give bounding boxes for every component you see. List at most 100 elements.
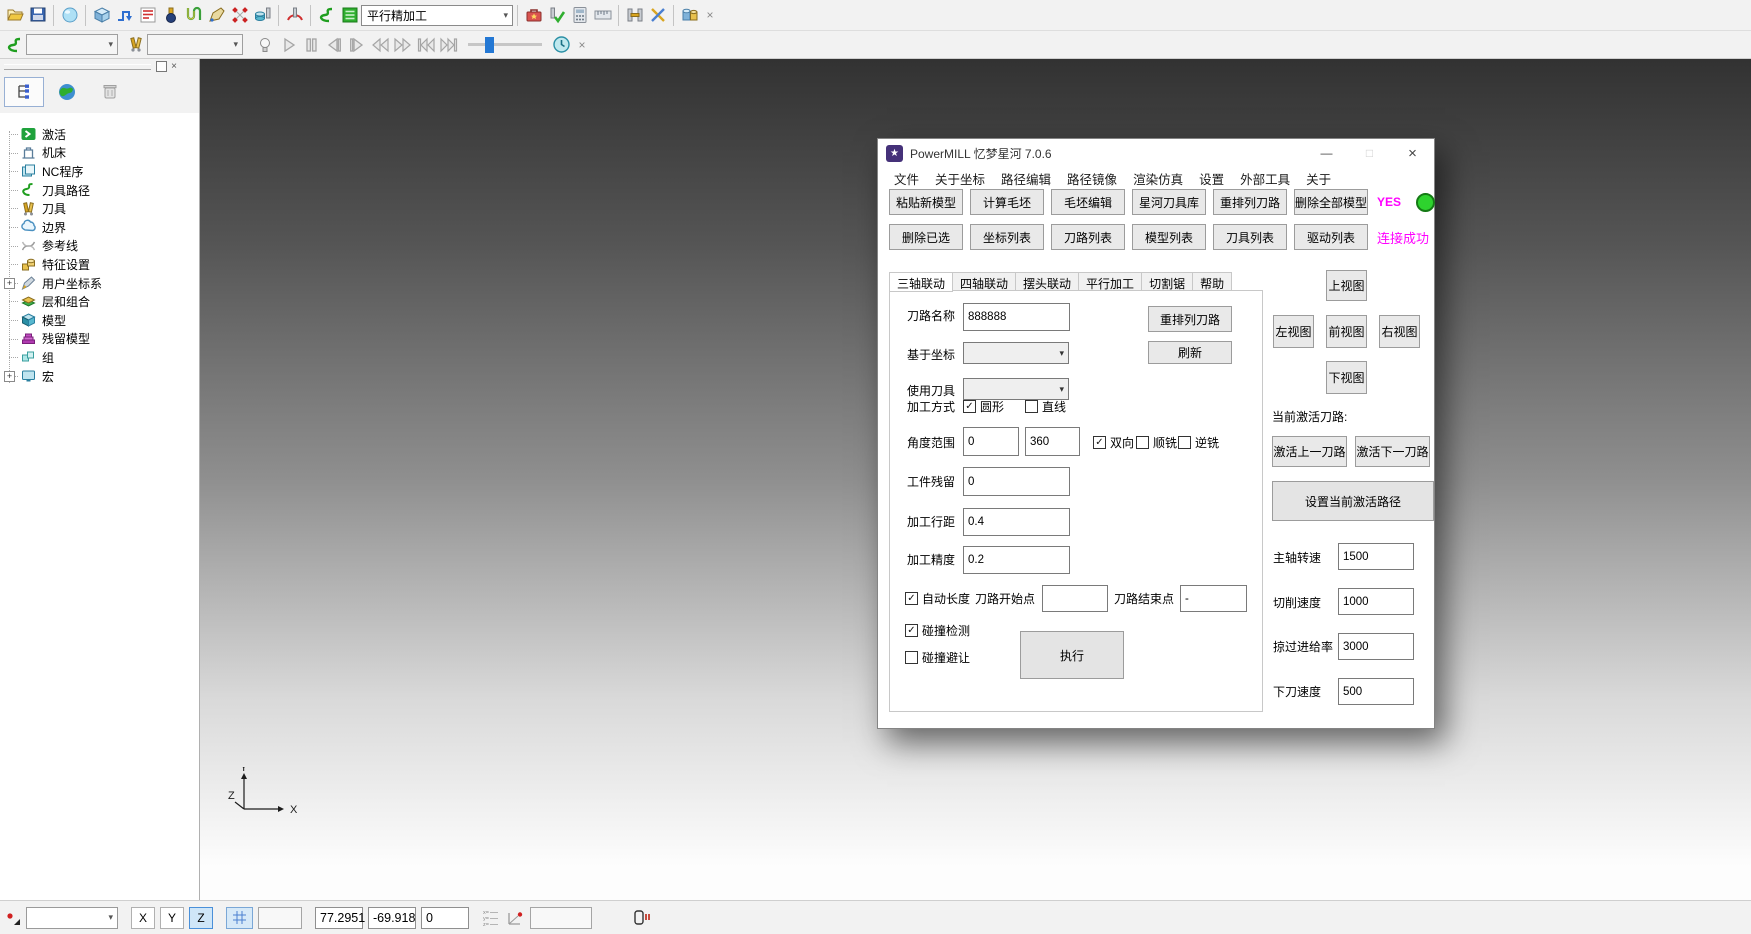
axis-x-button[interactable]: X (131, 907, 155, 929)
stepover-input[interactable]: 0.4 (963, 508, 1070, 536)
tree-item-models[interactable]: 模型 (0, 311, 199, 330)
cutting-speed-input[interactable]: 1000 (1338, 588, 1414, 615)
toolpath-s-icon[interactable] (3, 32, 26, 57)
tree-item-levels[interactable]: 层和组合 (0, 292, 199, 311)
pause-icon[interactable] (299, 32, 322, 57)
start-point-input[interactable] (1042, 585, 1108, 612)
tab-3axis[interactable]: 三轴联动 (889, 272, 953, 292)
toolpath-arrow-icon[interactable] (113, 3, 136, 28)
tree-item-activate[interactable]: 激活 (0, 125, 199, 144)
strategy-list-icon[interactable] (338, 3, 361, 28)
explorer-trash-tab[interactable] (90, 77, 130, 107)
toolpath-name-input[interactable]: 888888 (963, 303, 1070, 331)
tree-item-macros[interactable]: +宏 (0, 367, 199, 386)
tree-item-machine[interactable]: 机床 (0, 144, 199, 163)
tree-item-stock-models[interactable]: 残留模型 (0, 330, 199, 349)
menu-about[interactable]: 关于 (1298, 169, 1339, 188)
tree-item-tools[interactable]: 刀具 (0, 199, 199, 218)
workplane-indicator-icon[interactable] (505, 909, 525, 927)
pane-float-icon[interactable] (156, 61, 167, 72)
coord-x-field[interactable]: 77.2951 (315, 907, 363, 929)
tab-help[interactable]: 帮助 (1193, 272, 1232, 291)
toolbar-close-icon[interactable]: × (701, 3, 719, 28)
view-right-button[interactable]: 右视图 (1379, 315, 1420, 348)
menu-file[interactable]: 文件 (886, 169, 927, 188)
feature-tool-icon[interactable] (251, 3, 274, 28)
collision-check-checkbox[interactable]: ✓碰撞检测 (905, 622, 970, 639)
rewind-icon[interactable] (368, 32, 391, 57)
ball-tool-icon[interactable] (159, 3, 182, 28)
use-tool-dropdown[interactable]: ▾ (963, 378, 1069, 400)
minimize-button[interactable]: — (1305, 139, 1348, 167)
axis-z-button[interactable]: Z (189, 907, 213, 929)
spindle-speed-input[interactable]: 1500 (1338, 543, 1414, 570)
simulation-speed-slider[interactable] (468, 36, 542, 54)
pattern-points-icon[interactable] (228, 3, 251, 28)
conventional-checkbox[interactable]: 逆铣 (1178, 434, 1219, 451)
nc-program-icon[interactable] (136, 3, 159, 28)
tree-item-nc-programs[interactable]: NC程序 (0, 162, 199, 181)
expand-icon[interactable]: + (4, 371, 15, 382)
open-file-icon[interactable] (3, 3, 26, 28)
statusbar-dropdown[interactable]: ▾ (26, 907, 118, 929)
view-front-button[interactable]: 前视图 (1326, 315, 1367, 348)
angle-start-input[interactable]: 0 (963, 427, 1019, 456)
step-forward-icon[interactable] (345, 32, 368, 57)
view-bottom-button[interactable]: 下视图 (1326, 361, 1367, 394)
play-icon[interactable] (276, 32, 299, 57)
close-button[interactable]: × (1391, 139, 1434, 167)
drive-list-button[interactable]: 驱动列表 (1294, 224, 1368, 250)
stock-edit-button[interactable]: 毛坯编辑 (1051, 189, 1125, 215)
axis-y-button[interactable]: Y (160, 907, 184, 929)
end-point-input[interactable]: - (1180, 585, 1247, 612)
climb-checkbox[interactable]: 顺铣 (1136, 434, 1177, 451)
tree-item-boundaries[interactable]: 边界 (0, 218, 199, 237)
lead-link-icon[interactable] (283, 3, 306, 28)
collision-cross-icon[interactable] (646, 3, 669, 28)
block-icon[interactable] (90, 3, 113, 28)
auto-length-checkb ox[interactable]: ✓自动长度 (905, 590, 970, 607)
menu-external-tools[interactable]: 外部工具 (1232, 169, 1298, 188)
toolpath-s-icon[interactable] (315, 3, 338, 28)
step-back-icon[interactable] (322, 32, 345, 57)
calculator-icon[interactable] (568, 3, 591, 28)
tab-swivel[interactable]: 摆头联动 (1016, 272, 1079, 291)
menu-path-edit[interactable]: 路径编辑 (993, 169, 1059, 188)
coord-y-field[interactable]: -69.918 (368, 907, 416, 929)
xyz-list-icon[interactable]: x=y=z= (482, 909, 500, 927)
expand-icon[interactable]: + (4, 278, 15, 289)
toolbox-icon[interactable] (522, 3, 545, 28)
menu-settings[interactable]: 设置 (1191, 169, 1232, 188)
plunge-speed-input[interactable]: 500 (1338, 678, 1414, 705)
rearrange-toolpaths-button[interactable]: 重排列刀路 (1213, 189, 1287, 215)
maximize-button[interactable]: □ (1348, 139, 1391, 167)
execute-button[interactable]: 执行 (1020, 631, 1124, 679)
jump-end-icon[interactable] (437, 32, 460, 57)
view-left-button[interactable]: 左视图 (1273, 315, 1314, 348)
model-list-button[interactable]: 模型列表 (1132, 224, 1206, 250)
clamp-icon[interactable] (623, 3, 646, 28)
slider-handle[interactable] (485, 37, 494, 53)
tool-list-button[interactable]: 刀具列表 (1213, 224, 1287, 250)
grid-toggle-button[interactable] (226, 907, 253, 929)
view-top-button[interactable]: 上视图 (1326, 270, 1367, 301)
verify-check-icon[interactable] (545, 3, 568, 28)
refresh-button[interactable]: 刷新 (1148, 341, 1232, 364)
tree-item-groups[interactable]: 组 (0, 348, 199, 367)
pane-close-icon[interactable]: × (171, 62, 177, 72)
stock-input[interactable]: 0 (963, 467, 1070, 496)
tool-select-dropdown[interactable]: ▾ (147, 34, 243, 55)
mode-line-checkbox[interactable]: 直线 (1025, 398, 1066, 415)
set-active-path-button[interactable]: 设置当前激活路径 (1272, 481, 1434, 521)
tool-profile-icon[interactable] (182, 3, 205, 28)
cylinders-icon[interactable] (678, 3, 701, 28)
tolerance-input[interactable]: 0.2 (963, 546, 1070, 574)
delete-selected-button[interactable]: 删除已选 (889, 224, 963, 250)
reference-line-icon[interactable] (205, 3, 228, 28)
coord-z-field[interactable]: 0 (421, 907, 469, 929)
coord-list-button[interactable]: 坐标列表 (970, 224, 1044, 250)
explorer-tree-tab[interactable] (4, 77, 44, 107)
explorer-globe-tab[interactable] (47, 77, 87, 107)
strategy-dropdown[interactable]: 平行精加工 ▾ (361, 5, 513, 26)
toolbar-close-icon[interactable]: × (573, 32, 591, 57)
